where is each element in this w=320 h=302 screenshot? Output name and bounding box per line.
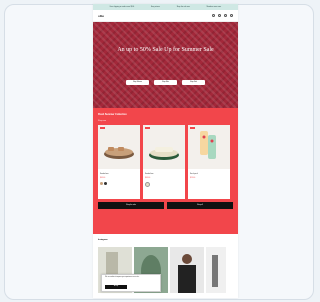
site-header: ollie — [93, 10, 238, 22]
hero-buttons: Shop Women Shop Men Shop Kids — [93, 80, 238, 85]
cookie-text: We use cookies to improve your experienc… — [105, 277, 140, 278]
color-swatch[interactable] — [145, 182, 150, 187]
instagram-photo[interactable] — [206, 247, 226, 293]
webpage: Free shipping on orders over $100 Easy r… — [93, 4, 238, 298]
sale-title: Flash Summer Collection — [98, 113, 127, 116]
color-swatch[interactable] — [104, 182, 107, 185]
cart-icon[interactable] — [230, 14, 233, 17]
wishlist-icon[interactable] — [224, 14, 227, 17]
header-icons — [212, 14, 233, 17]
color-swatches — [100, 182, 107, 185]
announcement-item[interactable]: Members save more — [207, 7, 222, 8]
instagram-title: Instagram — [98, 239, 108, 241]
announcement-item[interactable]: Easy returns — [151, 7, 160, 8]
instagram-photo[interactable] — [170, 247, 204, 293]
product-name[interactable]: Sandal two — [145, 173, 153, 175]
shop-sale-button[interactable]: Shop the sale — [98, 202, 164, 209]
sale-buttons: Shop the sale Shop all — [98, 202, 233, 209]
cookie-banner: We use cookies to improve your experienc… — [101, 274, 161, 292]
announcement-item[interactable]: Shop the sale now — [177, 7, 190, 8]
sale-badge: Sale — [145, 127, 151, 129]
announcement-item[interactable]: Free shipping on orders over $100 — [110, 7, 134, 8]
shop-all-button[interactable]: Shop all — [167, 202, 233, 209]
product-card[interactable]: Sale Sandal two $49.00 — [143, 125, 185, 199]
sale-subtitle[interactable]: Shop now — [98, 120, 106, 122]
sale-badge: Sale — [190, 127, 196, 129]
accept-cookies-button[interactable]: Accept — [105, 285, 127, 289]
product-grid: Sale Sandal one $49.00 Sale Sandal two $… — [98, 125, 230, 199]
product-card[interactable]: Sale Sock pack $19.00 — [188, 125, 230, 199]
site-logo[interactable]: ollie — [98, 14, 104, 18]
shop-kids-button[interactable]: Shop Kids — [182, 80, 205, 85]
product-image[interactable] — [188, 125, 230, 169]
search-icon[interactable] — [212, 14, 215, 17]
product-image[interactable] — [143, 125, 185, 169]
sale-badge: Sale — [100, 127, 106, 129]
shop-men-button[interactable]: Shop Men — [154, 80, 177, 85]
product-name[interactable]: Sock pack — [190, 173, 198, 175]
hero-title: An up to 50% Sale Up for Summer Sale — [117, 47, 214, 53]
product-name[interactable]: Sandal one — [100, 173, 109, 175]
shop-women-button[interactable]: Shop Women — [126, 80, 149, 85]
product-image[interactable] — [98, 125, 140, 169]
product-card[interactable]: Sale Sandal one $49.00 — [98, 125, 140, 199]
hero-banner: An up to 50% Sale Up for Summer Sale Sho… — [93, 22, 238, 108]
sale-section: Flash Summer Collection Shop now Sale Sa… — [93, 108, 238, 234]
account-icon[interactable] — [218, 14, 221, 17]
product-price: $49.00 — [100, 177, 106, 179]
color-swatches — [145, 182, 150, 187]
product-price: $19.00 — [190, 177, 196, 179]
color-swatch[interactable] — [100, 182, 103, 185]
instagram-section: Instagram We use cookies to improve your… — [93, 234, 238, 298]
product-price: $49.00 — [145, 177, 151, 179]
